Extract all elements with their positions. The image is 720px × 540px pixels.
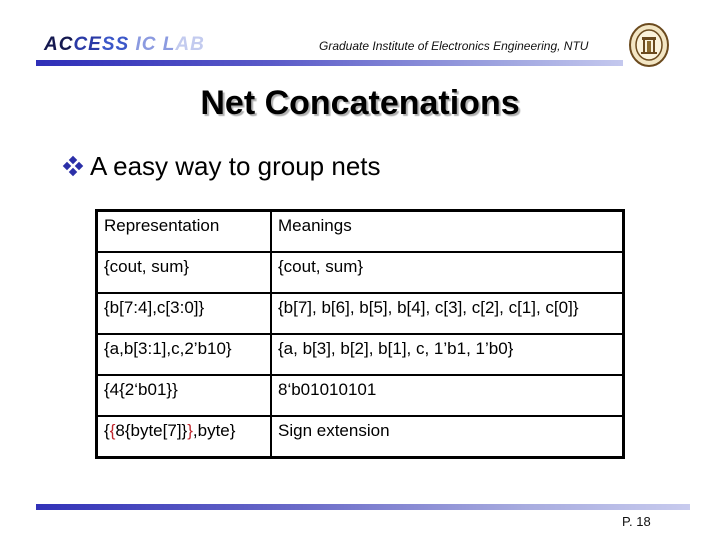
- meaning-cell: {b[7], b[6], b[5], b[4], c[3], c[2], c[1…: [270, 292, 625, 335]
- header-representation: Representation: [95, 209, 272, 253]
- meaning-cell: Sign extension: [270, 415, 625, 459]
- header-meanings: Meanings: [270, 209, 625, 253]
- meaning-cell: {cout, sum}: [270, 251, 625, 294]
- institute-name: Graduate Institute of Electronics Engine…: [319, 39, 589, 53]
- representation-cell: {a,b[3:1],c,2’b10}: [95, 333, 272, 376]
- table-row: {{8{byte[7]}},byte} Sign extension: [95, 415, 625, 459]
- lab-title-part: AC: [44, 34, 74, 55]
- lab-title-part: AB: [175, 34, 205, 55]
- table-row: {a,b[3:1],c,2’b10} {a, b[3], b[2], b[1],…: [95, 333, 625, 376]
- lab-title-part: CE: [73, 34, 102, 55]
- concatenation-table: Representation Meanings {cout, sum} {cou…: [95, 209, 625, 459]
- representation-cell: {4{2‘b01}}: [95, 374, 272, 417]
- bullet-text: A easy way to group nets: [90, 151, 381, 181]
- slide-title: Net Concatenations: [200, 84, 520, 122]
- diamond-bullet-icon: [62, 155, 84, 177]
- table-row: {cout, sum} {cout, sum}: [95, 251, 625, 294]
- lab-title-part: IC L: [135, 34, 176, 55]
- representation-cell: {cout, sum}: [95, 251, 272, 294]
- representation-part: 8{byte[7]}: [115, 421, 188, 440]
- meaning-cell: {a, b[3], b[2], b[1], c, 1’b1, 1’b0}: [270, 333, 625, 376]
- table-row: {b[7:4],c[3:0]} {b[7], b[6], b[5], b[4],…: [95, 292, 625, 335]
- footer-divider-bar: [36, 504, 690, 510]
- ntu-seal-icon: [629, 23, 669, 67]
- lab-logo-text: ACCESS IC LAB: [44, 34, 205, 56]
- representation-cell: {{8{byte[7]}},byte}: [95, 415, 272, 459]
- page-number: P. 18: [622, 514, 651, 529]
- table-row: {4{2‘b01}} 8‘b01010101: [95, 374, 625, 417]
- lab-title-part: SS: [101, 34, 136, 55]
- representation-cell: {b[7:4],c[3:0]}: [95, 292, 272, 335]
- representation-part: ,byte}: [192, 421, 236, 440]
- meaning-cell: 8‘b01010101: [270, 374, 625, 417]
- bullet-point: A easy way to group nets: [62, 151, 381, 181]
- header-divider-bar: [36, 60, 623, 66]
- table-header-row: Representation Meanings: [95, 209, 625, 253]
